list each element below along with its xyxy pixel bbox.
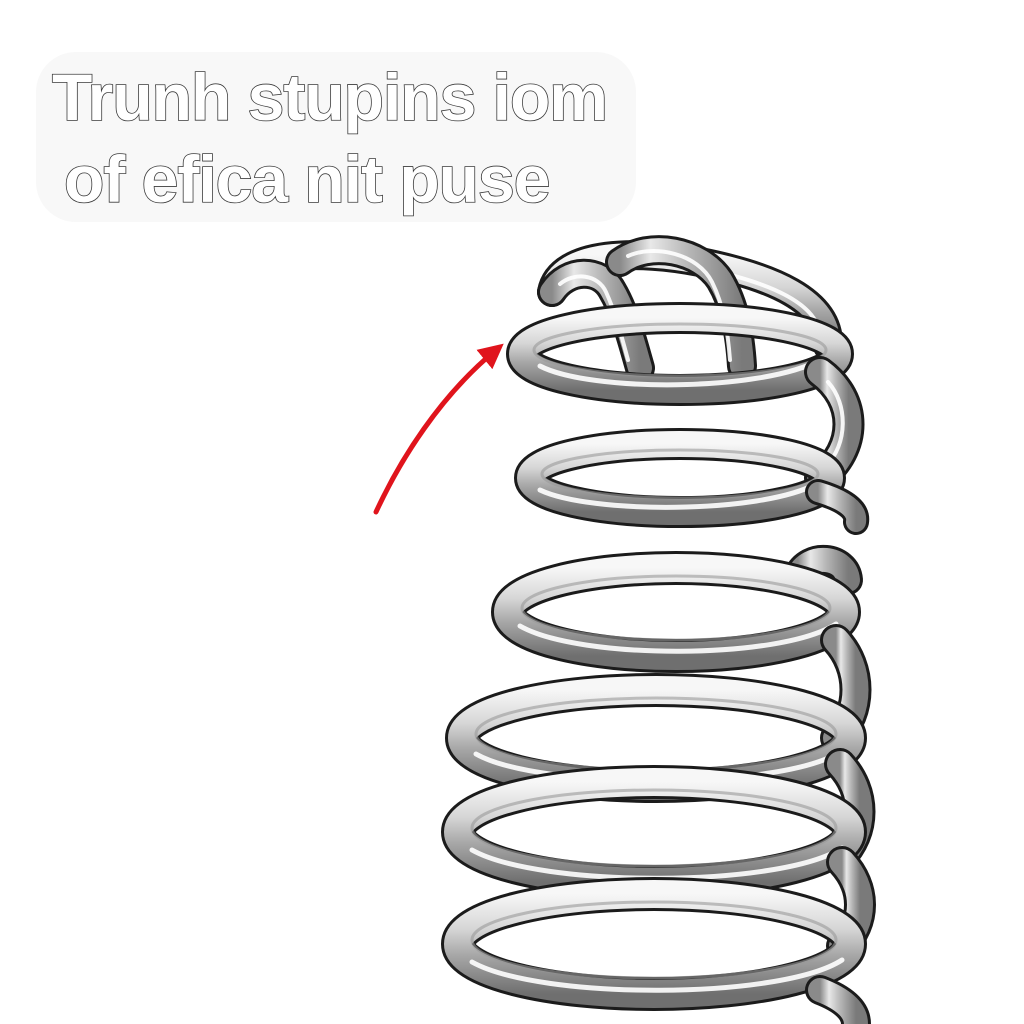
curved-arrow-icon xyxy=(373,343,504,515)
coil-ring-6 xyxy=(441,877,867,1011)
coil-ring-1 xyxy=(506,302,854,406)
coil-spring-icon xyxy=(441,235,876,1024)
coil-ring-5 xyxy=(441,765,867,899)
coil-tail xyxy=(805,479,870,535)
lower-coil-section xyxy=(441,545,876,1024)
coil-tail-bottom xyxy=(805,975,871,1024)
caption-line-1: Trunh stupins iom xyxy=(52,60,607,134)
coil-ring-3 xyxy=(491,551,861,673)
caption-line-2: of efica nit puse xyxy=(64,142,549,216)
upper-coil-section xyxy=(506,235,870,535)
coil-ring-2 xyxy=(514,428,846,528)
spring-diagram: Trunh stupins iom of efica nit puse xyxy=(36,52,876,1024)
